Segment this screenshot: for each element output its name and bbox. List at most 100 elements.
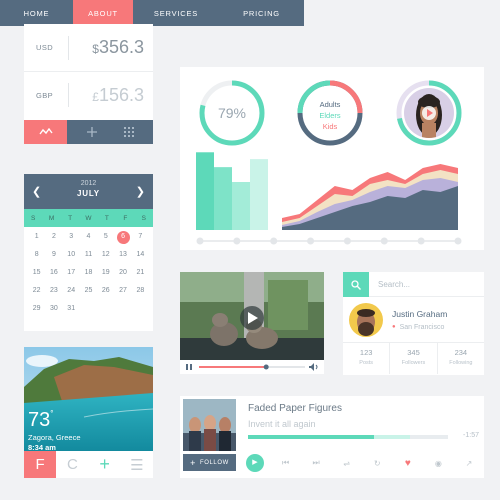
calendar-year: 2012 [80,180,97,187]
calendar-day[interactable]: 4 [80,230,97,244]
calendar-day[interactable]: 19 [97,266,114,280]
calendar-day[interactable]: 13 [114,248,131,262]
currency-toolbar [24,120,153,144]
profile-name[interactable]: Justin Graham [392,309,447,319]
calendar-day[interactable]: 16 [45,266,62,280]
calendar-day[interactable]: 31 [63,302,80,316]
stat-value: 123 [359,348,373,357]
calendar-day[interactable]: 7 [132,230,149,244]
bar-chart [196,152,268,230]
calendar-header: ❮ 2012 JULY ❯ [24,174,153,209]
video-seek-handle [263,364,269,370]
fahrenheit-button[interactable]: F [24,451,57,478]
prev-icon[interactable]: ⏮ [277,458,295,468]
grid-icon[interactable] [123,127,134,137]
calendar-day[interactable]: 18 [80,266,97,280]
profile-video-ring[interactable] [396,80,462,146]
currency-row-gbp[interactable]: GBP £156.3 [24,71,153,118]
nav-item-pricing[interactable]: PRICING [219,0,304,26]
calendar-day[interactable]: 22 [28,284,45,298]
weekday-label: T [68,214,73,222]
video-player [180,272,324,374]
gauge-label: 79% [218,105,246,121]
timeline-point[interactable] [233,237,241,245]
calendar-widget: ❮ 2012 JULY ❯ SMTWTFS 1 2 3 4 5 6 7 8 9 10 11 12 13 1… [24,174,153,331]
calendar-day[interactable]: 24 [63,284,80,298]
search-input[interactable]: Search... [369,272,484,296]
calendar-day[interactable]: 10 [63,248,80,262]
play-icon[interactable]: ▶ [246,454,264,472]
calendar-day[interactable]: 23 [45,284,62,298]
pause-icon[interactable] [185,363,193,371]
chevron-right-icon[interactable]: ❯ [136,185,145,198]
chevron-left-icon[interactable]: ❮ [32,185,41,198]
volume-icon[interactable] [309,363,319,371]
nav-item-about[interactable]: ABOUT [73,0,133,26]
track-progress [248,435,374,439]
calendar-day[interactable]: 28 [132,284,149,298]
search-button[interactable] [343,272,369,297]
follow-label: FOLLOW [199,459,229,466]
legend-adults: Adults [320,100,341,109]
timeline-point[interactable] [380,237,388,245]
calendar-day[interactable]: 12 [97,248,114,262]
stat-label: Followers [401,360,426,366]
timeline-point[interactable] [343,237,351,245]
degree-symbol: ° [50,409,54,418]
timeline [196,237,462,245]
avatar[interactable] [349,302,383,337]
stat-following[interactable]: 234 Following [436,343,484,374]
timeline-point[interactable] [196,237,204,245]
calendar-day[interactable]: 1 [28,230,45,244]
bar [214,167,232,230]
track-progress-bar[interactable] [248,435,448,439]
share-icon[interactable]: ↗ [460,459,478,468]
add-location-button[interactable]: + [89,451,121,478]
celsius-button[interactable]: C [56,451,88,478]
timeline-point[interactable] [454,237,462,245]
nav-item-home[interactable]: HOME [0,0,73,26]
stat-followers[interactable]: 345 Followers [389,343,436,374]
timeline-point[interactable] [270,237,278,245]
calendar-day[interactable]: 26 [97,284,114,298]
timeline-point[interactable] [307,237,315,245]
calendar-day[interactable]: 21 [132,266,149,280]
calendar-day[interactable]: 5 [97,230,114,244]
calendar-day[interactable]: 11 [80,248,97,262]
shuffle-icon[interactable]: ⇌ [338,459,356,468]
calendar-day[interactable]: 14 [132,248,149,262]
calendar-day[interactable]: 25 [80,284,97,298]
plus-icon[interactable] [86,127,97,137]
next-icon[interactable]: ⏭ [307,458,325,468]
calendar-day[interactable]: 3 [63,230,80,244]
profile-card: Search... Justin Graham ● San Francisco 1… [343,272,484,375]
calendar-day[interactable]: 30 [45,302,62,316]
currency-row-usd[interactable]: USD $356.3 [24,24,153,71]
calendar-day[interactable]: 29 [28,302,45,316]
player-controls: ▶ ⏮ ⏭ ⇌ ↻ ♥ ◉ ↗ [246,452,478,474]
follow-button[interactable]: + FOLLOW [183,454,236,471]
track-time-remaining: -1:57 [463,432,479,439]
repeat-icon[interactable]: ↻ [368,459,386,468]
weekday-label: S [141,214,146,222]
stat-posts[interactable]: 123 Posts [343,343,389,374]
list-menu-button[interactable]: ☰ [121,451,153,478]
calendar-day[interactable]: 8 [28,248,45,262]
target-icon[interactable]: ◉ [429,459,447,468]
weather-city: Zagora, Greece [28,433,81,442]
heart-icon[interactable]: ♥ [399,458,417,469]
calendar-day[interactable]: 15 [28,266,45,280]
calendar-day[interactable]: 20 [114,266,131,280]
nav-item-services[interactable]: SERVICES [133,0,219,26]
calendar-day[interactable]: 17 [63,266,80,280]
demographics-ring: Adults Elders Kids [297,80,363,146]
timeline-point[interactable] [417,237,425,245]
trend-button[interactable] [24,120,67,144]
video-seekbar[interactable] [198,363,306,371]
calendar-day[interactable]: 27 [114,284,131,298]
calendar-day-today[interactable]: 6 [114,230,131,244]
calendar-day[interactable]: 2 [45,230,62,244]
weather-widget: 73° Zagora, Greece 8:34 am F C + ☰ [24,347,153,478]
currency-amount: £156.3 [69,85,153,106]
calendar-day[interactable]: 9 [45,248,62,262]
